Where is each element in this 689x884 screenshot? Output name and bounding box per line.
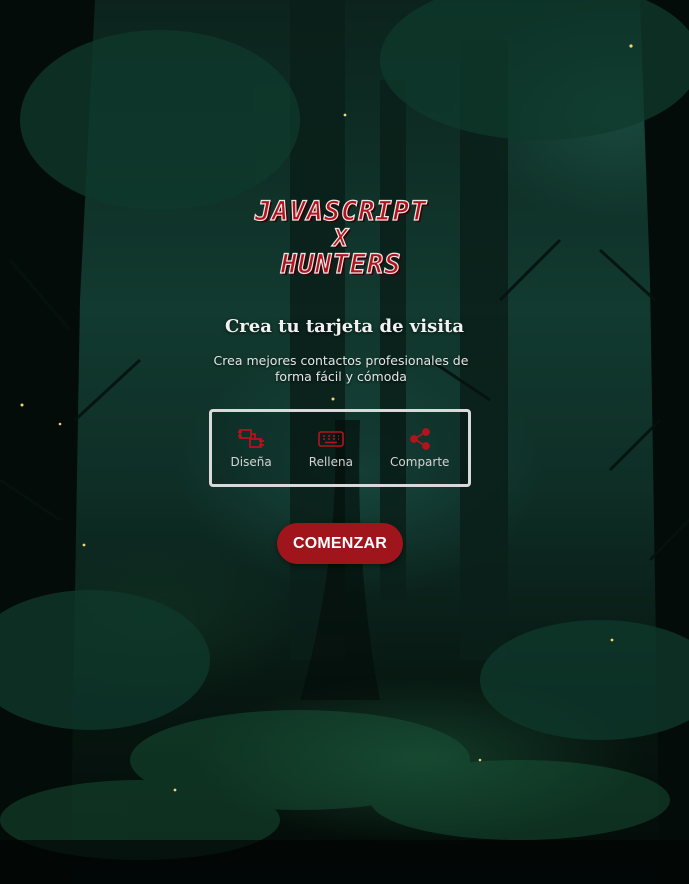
steps-panel: Diseña Rellena Comparte bbox=[209, 409, 471, 487]
keyboard-icon bbox=[316, 427, 346, 451]
step-fill-label: Rellena bbox=[308, 455, 353, 469]
page-subtitle: Crea mejores contactos profesionales de … bbox=[213, 353, 469, 384]
logo-line-3: HUNTERS bbox=[280, 249, 402, 280]
share-icon bbox=[405, 427, 435, 451]
design-icon bbox=[236, 427, 266, 451]
step-design-label: Diseña bbox=[230, 455, 272, 469]
landing-content: JAVASCRIPT X HUNTERS Crea tu tarjeta de … bbox=[0, 0, 689, 884]
brand-logo: JAVASCRIPT X HUNTERS bbox=[218, 196, 464, 280]
logo-line-1: JAVASCRIPT bbox=[254, 196, 428, 227]
step-design[interactable]: Diseña bbox=[231, 427, 272, 469]
logo-line-2: X bbox=[333, 224, 349, 252]
page-title: Crea tu tarjeta de visita bbox=[224, 316, 465, 337]
step-share[interactable]: Comparte bbox=[390, 427, 449, 469]
step-share-label: Comparte bbox=[390, 455, 450, 469]
start-button[interactable]: COMENZAR bbox=[277, 523, 403, 564]
step-fill[interactable]: Rellena bbox=[309, 427, 353, 469]
